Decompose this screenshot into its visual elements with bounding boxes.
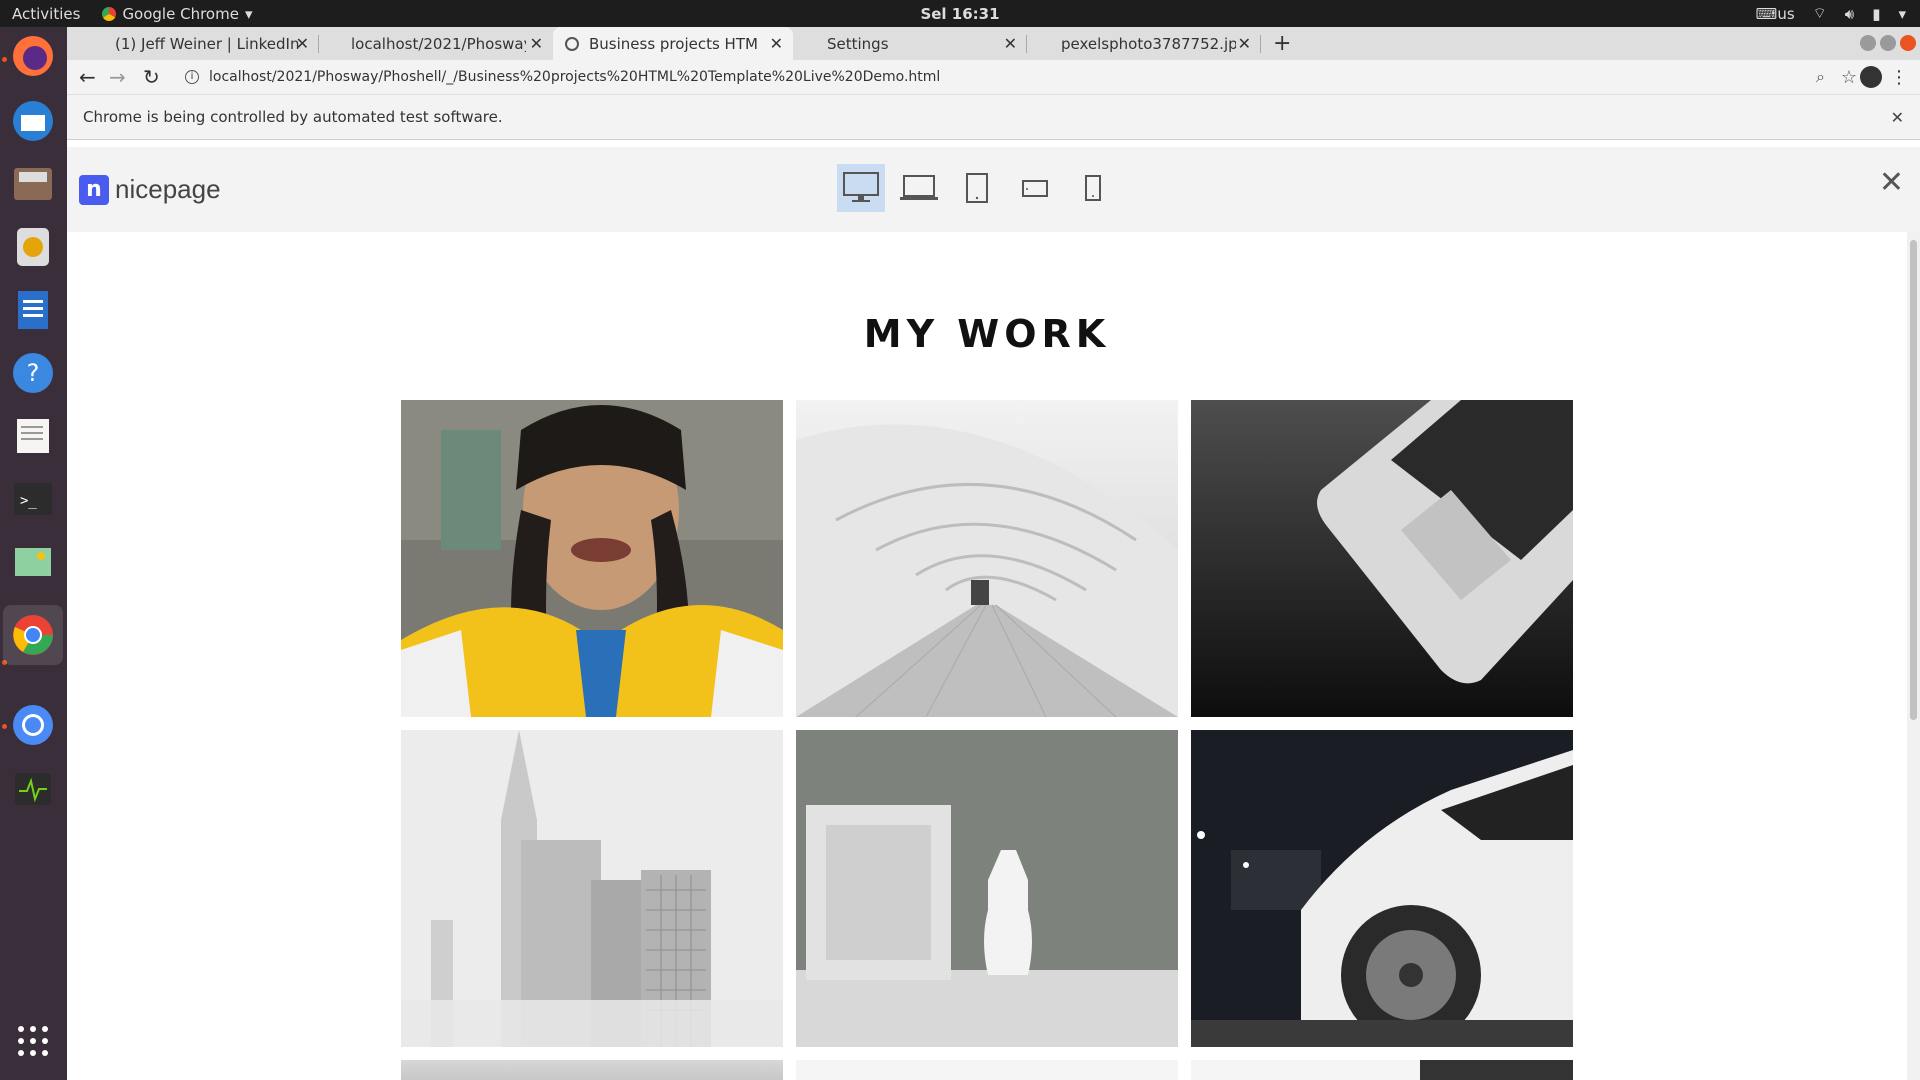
volume-icon: 🔊︎ xyxy=(1844,4,1855,23)
system-top-bar: Activities Google Chrome ▾ Sel 16:31 ⌨us… xyxy=(0,0,1920,27)
phone-portrait-icon xyxy=(1085,175,1101,201)
window-close-button[interactable] xyxy=(1900,35,1916,51)
tab-business-projects[interactable]: Business projects HTML T ✕ xyxy=(553,27,793,60)
desktop-view-button[interactable] xyxy=(837,164,885,212)
desktop-icon xyxy=(843,172,879,202)
svg-text:?: ? xyxy=(27,359,40,387)
automation-infobar: Chrome is being controlled by automated … xyxy=(67,94,1920,140)
close-icon[interactable]: ✕ xyxy=(296,34,309,53)
dock: ? >_ xyxy=(0,27,67,1080)
keyboard-layout[interactable]: ⌨us xyxy=(1756,5,1795,23)
system-monitor-icon[interactable] xyxy=(9,765,57,813)
globe-icon xyxy=(565,36,579,51)
gallery-image-vase[interactable] xyxy=(796,730,1178,1047)
gallery-image-laptop[interactable] xyxy=(1191,400,1573,717)
tab-settings[interactable]: Settings ✕ xyxy=(793,27,1027,60)
phone-landscape-view-button[interactable] xyxy=(1011,164,1059,212)
chromium-icon[interactable] xyxy=(9,701,57,749)
nicepage-preview-header: n nicepage ✕ xyxy=(67,147,1920,232)
gallery-image-row3-middle[interactable] xyxy=(796,1060,1178,1080)
close-icon[interactable]: ✕ xyxy=(530,34,543,53)
page: n nicepage ✕ MY WORK xyxy=(67,147,1920,1080)
gallery-image-row3-left[interactable] xyxy=(401,1060,783,1080)
address-bar[interactable]: i localhost/2021/Phosway/Phoshell/_/Busi… xyxy=(177,63,1897,91)
app-name: Google Chrome xyxy=(122,4,239,23)
infobar-close-icon[interactable]: ✕ xyxy=(1891,108,1904,127)
page-content: MY WORK xyxy=(67,232,1907,1080)
tab-pexels[interactable]: pexelsphoto3787752.jpeg ✕ xyxy=(1027,27,1261,60)
maximize-button[interactable] xyxy=(1880,35,1896,51)
zoom-icon[interactable]: ⌕ xyxy=(1816,67,1825,87)
gallery-image-white-car[interactable] xyxy=(1191,730,1573,1047)
tablet-view-button[interactable] xyxy=(953,164,1001,212)
infobar-message: Chrome is being controlled by automated … xyxy=(83,108,503,126)
nicepage-logo[interactable]: n nicepage xyxy=(79,174,221,205)
browser-window: (1) Jeff Weiner | LinkedIn ✕ localhost/2… xyxy=(67,27,1920,140)
clock[interactable]: Sel 16:31 xyxy=(920,5,999,23)
laptop-icon xyxy=(900,175,938,200)
chrome-icon xyxy=(102,6,117,21)
chrome-icon[interactable] xyxy=(3,605,63,665)
gallery-image-row3-right[interactable] xyxy=(1191,1060,1573,1080)
image-viewer-icon[interactable] xyxy=(9,538,57,586)
files-icon[interactable] xyxy=(9,160,57,208)
info-icon: i xyxy=(185,70,199,84)
text-editor-icon[interactable] xyxy=(9,412,57,460)
rhythmbox-icon[interactable] xyxy=(9,223,57,271)
battery-icon: ▮ xyxy=(1872,4,1881,23)
chevron-down-icon: ▾ xyxy=(1898,4,1906,23)
new-tab-button[interactable]: + xyxy=(1273,31,1291,56)
page-scrollbar[interactable] xyxy=(1907,232,1920,1080)
svg-text:>_: >_ xyxy=(20,493,37,509)
wifi-icon: ⌔ xyxy=(1812,4,1827,22)
profile-avatar[interactable] xyxy=(1860,66,1882,88)
gallery-image-girl-portrait[interactable] xyxy=(401,400,783,717)
url-text[interactable]: localhost/2021/Phosway/Phoshell/_/Busine… xyxy=(209,69,940,85)
bookmark-star-icon[interactable]: ☆ xyxy=(1841,67,1857,88)
terminal-icon[interactable]: >_ xyxy=(9,475,57,523)
nicepage-logo-mark: n xyxy=(79,174,109,205)
back-button[interactable]: ← xyxy=(79,65,96,89)
tab-localhost[interactable]: localhost/2021/Phosway/ ✕ xyxy=(319,27,553,60)
close-preview-icon[interactable]: ✕ xyxy=(1879,165,1904,200)
nicepage-logo-text: nicepage xyxy=(115,174,221,204)
minimize-button[interactable] xyxy=(1860,35,1876,51)
phone-landscape-icon xyxy=(1022,180,1048,197)
thunderbird-icon[interactable] xyxy=(9,97,57,145)
firefox-icon[interactable] xyxy=(9,32,57,80)
menu-kebab-icon[interactable]: ⋮ xyxy=(1890,67,1908,88)
gallery-image-white-corridor[interactable] xyxy=(796,400,1178,717)
scrollbar-thumb[interactable] xyxy=(1910,240,1917,720)
section-title: MY WORK xyxy=(863,312,1111,356)
browser-toolbar: ← → ↻ i localhost/2021/Phosway/Phoshell/… xyxy=(67,60,1920,94)
tab-linkedin[interactable]: (1) Jeff Weiner | LinkedIn ✕ xyxy=(79,27,319,60)
show-applications-icon[interactable] xyxy=(9,1017,57,1065)
running-indicator xyxy=(2,57,7,62)
laptop-view-button[interactable] xyxy=(895,164,943,212)
phone-portrait-view-button[interactable] xyxy=(1069,164,1117,212)
forward-button[interactable]: → xyxy=(109,65,126,89)
reload-button[interactable]: ↻ xyxy=(143,65,160,89)
tab-strip: (1) Jeff Weiner | LinkedIn ✕ localhost/2… xyxy=(67,27,1920,60)
running-indicator xyxy=(2,724,7,729)
close-icon[interactable]: ✕ xyxy=(770,34,783,53)
activities-button[interactable]: Activities xyxy=(12,5,80,23)
device-switcher xyxy=(837,164,1117,212)
tablet-icon xyxy=(966,173,988,203)
close-icon[interactable]: ✕ xyxy=(1004,34,1017,53)
writer-icon[interactable] xyxy=(9,286,57,334)
gallery-image-skyscrapers[interactable] xyxy=(401,730,783,1047)
chevron-down-icon: ▾ xyxy=(244,4,253,23)
help-icon[interactable]: ? xyxy=(9,349,57,397)
close-icon[interactable]: ✕ xyxy=(1238,34,1251,53)
app-menu[interactable]: Google Chrome ▾ xyxy=(102,5,252,23)
system-tray[interactable]: ⌨us ⌔ 🔊︎ ▮ ▾ xyxy=(1756,4,1906,23)
